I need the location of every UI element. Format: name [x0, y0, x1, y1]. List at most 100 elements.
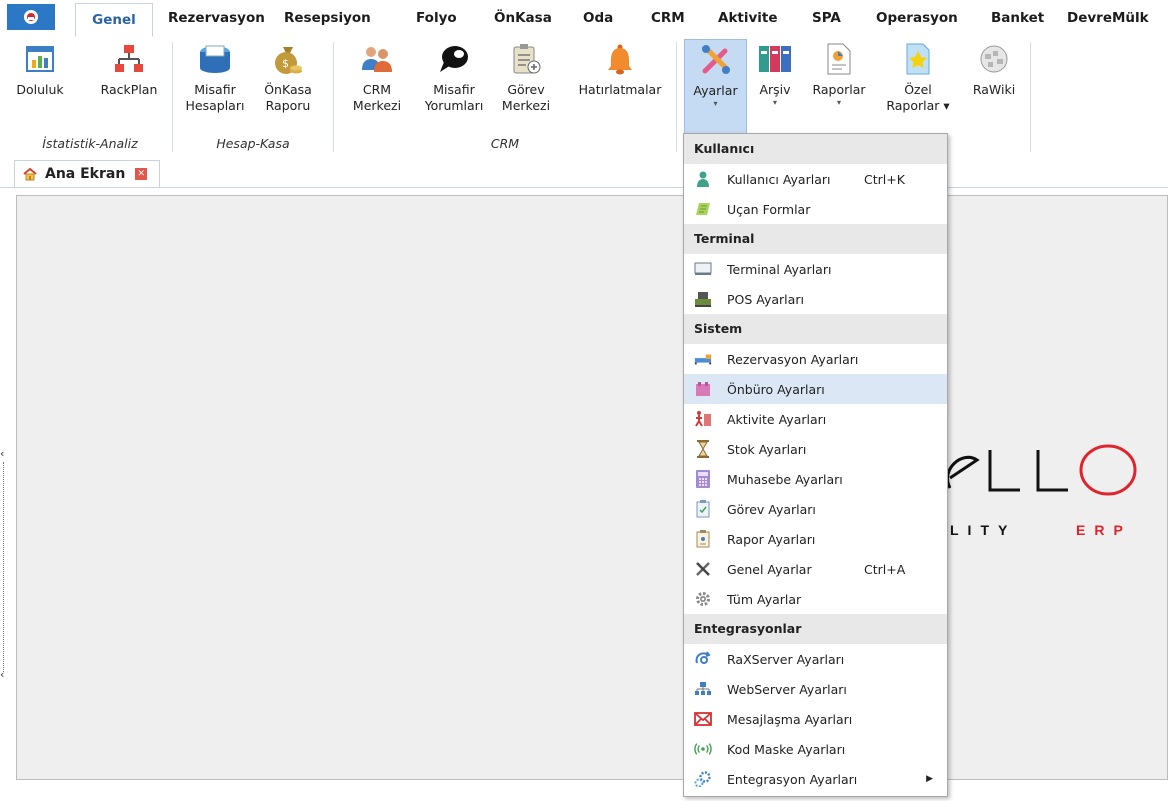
tab-onkasa[interactable]: ÖnKasa — [494, 0, 552, 36]
submenu-arrow-icon: ▶ — [926, 774, 933, 784]
menu-item-rapor-ayarlari[interactable]: Rapor Ayarları — [684, 524, 947, 554]
tab-spa[interactable]: SPA — [812, 0, 841, 36]
ayarlar-label: Ayarlar — [693, 83, 738, 98]
doluluk-label: Doluluk — [16, 82, 64, 97]
application-menu-button[interactable] — [7, 4, 55, 30]
tab-resepsiyon[interactable]: Resepsiyon — [284, 0, 371, 36]
gorev-merkezi-button[interactable]: Görev Merkezi — [496, 40, 556, 114]
flying-form-icon — [694, 200, 712, 218]
onkasa-raporu-button[interactable]: $ ÖnKasa Raporu — [258, 40, 318, 114]
menu-item-label: Tüm Ayarlar — [727, 591, 802, 607]
home-icon — [23, 167, 37, 181]
rawiki-button[interactable]: RaWiki — [966, 40, 1022, 98]
misafir-hesaplari-button[interactable]: Misafir Hesapları — [183, 40, 247, 114]
logo-letters-graphic — [946, 444, 1137, 496]
menu-item-terminal-ayarlari[interactable]: Terminal Ayarları — [684, 254, 947, 284]
hatirlatmalar-button[interactable]: Hatırlatmalar — [572, 40, 668, 98]
menu-item-mesajlasma-ayarlari[interactable]: Mesajlaşma Ayarları — [684, 704, 947, 734]
ozel-raporlar-label-1: Özel — [904, 82, 932, 97]
arsiv-dropdown-caret: ▾ — [772, 98, 777, 107]
menu-item-shortcut: Ctrl+A — [864, 561, 906, 577]
ozel-raporlar-button[interactable]: Özel Raporlar ▾ — [880, 40, 956, 114]
task-list-icon — [694, 500, 712, 518]
menu-item-genel-ayarlar[interactable]: Genel Ayarlar Ctrl+A — [684, 554, 947, 584]
menu-item-kod-maske-ayarlari[interactable]: Kod Maske Ayarları — [684, 734, 947, 764]
misafir-yorumlari-button[interactable]: Misafir Yorumları — [418, 40, 490, 114]
tab-banket[interactable]: Banket — [991, 0, 1044, 36]
network-icon — [694, 680, 712, 698]
menu-item-label: Rezervasyon Ayarları — [727, 351, 859, 367]
group-separator — [676, 42, 677, 152]
splitter-handle[interactable] — [3, 462, 5, 672]
menu-item-label: Entegrasyon Ayarları — [727, 771, 858, 787]
menu-item-label: Muhasebe Ayarları — [727, 471, 843, 487]
ana-ekran-tab[interactable]: Ana Ekran ✕ — [14, 160, 160, 187]
menu-item-label: WebServer Ayarları — [727, 681, 847, 697]
logo-tagline-left: LITY — [950, 522, 1017, 538]
misafir-yorumlari-label-1: Misafir — [433, 82, 475, 97]
menu-item-onburo-ayarlari[interactable]: Önbüro Ayarları — [684, 374, 947, 404]
group-separator — [1030, 42, 1031, 152]
menu-item-entegrasyon-ayarlari[interactable]: Entegrasyon Ayarları ▶ — [684, 764, 947, 794]
menu-item-label: Kullanıcı Ayarları — [727, 171, 831, 187]
tab-rezervasyon[interactable]: Rezervasyon — [168, 0, 265, 36]
crm-merkezi-label-1: CRM — [362, 82, 392, 97]
rack-plan-icon — [110, 40, 148, 78]
task-clipboard-icon — [507, 40, 545, 78]
collapse-left-icon-2[interactable]: ‹ — [0, 668, 8, 682]
speech-bubble-icon — [435, 40, 473, 78]
menu-item-aktivite-ayarlari[interactable]: Aktivite Ayarları — [684, 404, 947, 434]
tab-folyo[interactable]: Folyo — [416, 0, 457, 36]
ribbon-panel: Doluluk RackPlan Misafir Hesapları $ ÖnK… — [0, 36, 1168, 159]
ana-ekran-label: Ana Ekran — [45, 166, 126, 182]
wiki-globe-icon — [975, 40, 1013, 78]
raporlar-button[interactable]: Raporlar ▾ — [806, 40, 872, 108]
gorev-merkezi-label-2: Merkezi — [501, 98, 551, 113]
bell-icon — [601, 40, 639, 78]
crm-merkezi-button[interactable]: CRM Merkezi — [342, 40, 412, 114]
menu-item-label: Genel Ayarlar — [727, 561, 812, 577]
menu-item-tum-ayarlar[interactable]: Tüm Ayarlar — [684, 584, 947, 614]
menu-item-label: Terminal Ayarları — [727, 261, 832, 277]
menu-item-ucan-formlar[interactable]: Uçan Formlar — [684, 194, 947, 224]
signal-icon — [694, 740, 712, 758]
close-tab-icon[interactable]: ✕ — [135, 168, 148, 180]
front-office-icon — [694, 380, 712, 398]
menu-item-stok-ayarlari[interactable]: Stok Ayarları — [684, 434, 947, 464]
menu-item-label: Aktivite Ayarları — [727, 411, 827, 427]
tab-genel[interactable]: Genel — [75, 3, 153, 37]
tab-oda[interactable]: Oda — [583, 0, 613, 36]
menu-item-webserver-ayarlari[interactable]: WebServer Ayarları — [684, 674, 947, 704]
workspace-footer — [16, 780, 1168, 801]
menu-item-label: Stok Ayarları — [727, 441, 807, 457]
ayarlar-button[interactable]: Ayarlar ▾ — [684, 39, 747, 134]
ayarlar-dropdown-menu: Kullanıcı Kullanıcı Ayarları Ctrl+K Uçan… — [683, 133, 948, 797]
menu-item-muhasebe-ayarlari[interactable]: Muhasebe Ayarları — [684, 464, 947, 494]
tab-crm[interactable]: CRM — [651, 0, 685, 36]
rackplan-label: RackPlan — [100, 82, 158, 97]
menu-item-label: Kod Maske Ayarları — [727, 741, 846, 757]
menu-item-kullanici-ayarlari[interactable]: Kullanıcı Ayarları Ctrl+K — [684, 164, 947, 194]
gear-icon — [694, 590, 712, 608]
menu-item-rezervasyon-ayarlari[interactable]: Rezervasyon Ayarları — [684, 344, 947, 374]
menu-item-pos-ayarlari[interactable]: POS Ayarları — [684, 284, 947, 314]
menu-item-label: Uçan Formlar — [727, 201, 811, 217]
star-report-icon — [899, 40, 937, 78]
menu-item-gorev-ayarlari[interactable]: Görev Ayarları — [684, 494, 947, 524]
arsiv-button[interactable]: Arşiv ▾ — [752, 40, 798, 108]
misafir-yorumlari-label-2: Yorumları — [424, 98, 484, 113]
tab-devremulk[interactable]: DevreMülk — [1067, 0, 1149, 36]
rawiki-label: RaWiki — [972, 82, 1016, 97]
tab-aktivite[interactable]: Aktivite — [718, 0, 778, 36]
doluluk-button[interactable]: Doluluk — [10, 40, 70, 98]
collapse-left-icon[interactable]: ‹ — [0, 447, 8, 461]
tab-operasyon[interactable]: Operasyon — [876, 0, 958, 36]
ayarlar-dropdown-caret: ▾ — [713, 99, 718, 108]
menu-item-raxserver-ayarlari[interactable]: RaXServer Ayarları — [684, 644, 947, 674]
group-separator — [333, 42, 334, 152]
group-label-crm: CRM — [490, 136, 520, 151]
rackplan-button[interactable]: RackPlan — [95, 40, 163, 98]
bed-icon — [694, 350, 712, 368]
misafir-hesaplari-label-1: Misafir — [194, 82, 236, 97]
report-clipboard-icon — [694, 530, 712, 548]
